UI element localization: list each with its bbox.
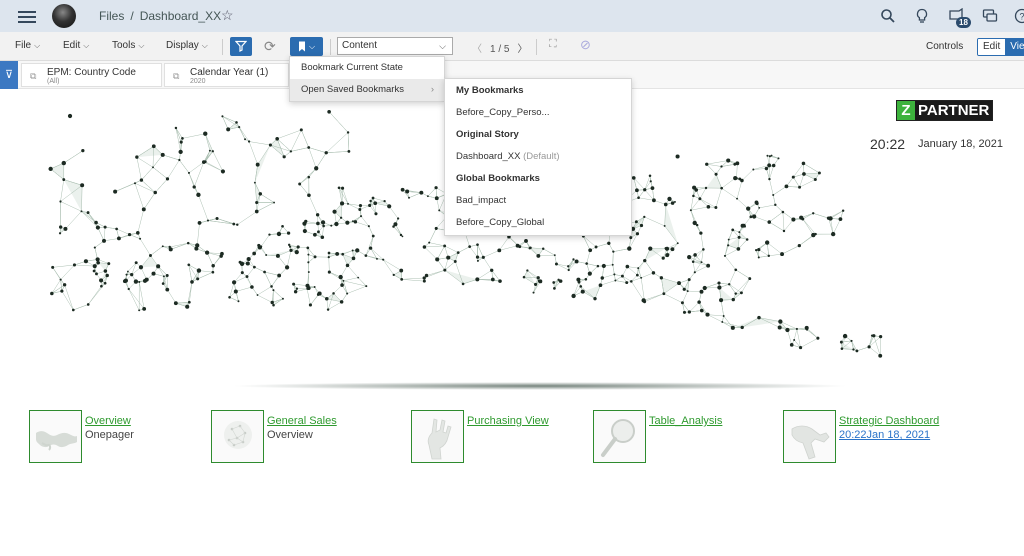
chevron-down-icon: ⌵ bbox=[201, 41, 208, 50]
tools-menu[interactable]: Tools ⌵ bbox=[112, 40, 144, 51]
svg-text:?: ? bbox=[1019, 12, 1024, 22]
dimension-icon: ⧉ bbox=[30, 71, 37, 81]
avatar[interactable] bbox=[52, 4, 76, 28]
filter-label: Calendar Year (1) bbox=[190, 67, 269, 78]
logo-text: PARTNER bbox=[915, 101, 993, 120]
search-icon[interactable] bbox=[880, 8, 896, 24]
bookmark-item[interactable]: Before_Copy_Global bbox=[445, 212, 631, 234]
breadcrumb: Files / Dashboard_XX bbox=[99, 9, 221, 23]
display-menu-label: Display bbox=[166, 40, 199, 51]
bookmark-item[interactable]: Bad_impact bbox=[445, 190, 631, 212]
robot-arm-icon bbox=[783, 410, 836, 463]
tools-menu-label: Tools bbox=[112, 40, 136, 51]
mode-toggle: Edit View bbox=[977, 38, 1024, 56]
next-page-icon[interactable]: 〉 bbox=[517, 44, 527, 55]
pager: 〈 1 / 5 〉 bbox=[464, 40, 535, 55]
filter-button[interactable] bbox=[230, 37, 252, 56]
filter-chip-year[interactable]: ⧉ Calendar Year (1) 2020 bbox=[164, 63, 289, 87]
chevron-down-icon: ⌵ bbox=[34, 41, 41, 50]
tile-subtitle[interactable]: 20:22Jan 18, 2021 bbox=[839, 429, 930, 441]
filter-value: 2020 bbox=[190, 78, 206, 85]
edit-mode-button[interactable]: Edit bbox=[978, 39, 1006, 55]
menu-item-label: Open Saved Bookmarks bbox=[301, 84, 404, 95]
chevron-right-icon: › bbox=[430, 84, 434, 95]
tile-title[interactable]: General Sales bbox=[267, 415, 337, 427]
display-menu[interactable]: Display ⌵ bbox=[166, 40, 208, 51]
tile-title[interactable]: Purchasing View bbox=[467, 415, 549, 427]
default-tag: (Default) bbox=[523, 151, 560, 162]
page-select-value: Content bbox=[342, 40, 378, 51]
tile-title[interactable]: Table_Analysis bbox=[649, 415, 722, 427]
shell-bar: Files / Dashboard_XX ☆ 18 ? bbox=[0, 0, 1024, 32]
bookmark-current-state-item[interactable]: Bookmark Current State bbox=[290, 57, 444, 79]
filter-icon bbox=[234, 40, 248, 52]
open-saved-bookmarks-item[interactable]: Open Saved Bookmarks › bbox=[290, 79, 444, 101]
toolbar: File ⌵ Edit ⌵ Tools ⌵ Display ⌵ ⟳ ⌵ Content ⌵… bbox=[0, 32, 1024, 61]
page-select[interactable]: Content ⌵ bbox=[337, 37, 453, 55]
saved-bookmarks-submenu: My Bookmarks Before_Copy_Perso... Origin… bbox=[444, 78, 632, 236]
chat-icon[interactable] bbox=[982, 8, 998, 24]
bookmark-menu: Bookmark Current State Open Saved Bookma… bbox=[289, 56, 445, 102]
filter-value: (All) bbox=[47, 78, 60, 85]
divider bbox=[330, 39, 331, 55]
tile-title[interactable]: Strategic Dashboard bbox=[839, 415, 939, 427]
chevron-down-icon: ⌵ bbox=[83, 41, 90, 50]
hero-shadow bbox=[230, 382, 850, 390]
world-map-icon bbox=[29, 410, 82, 463]
chevron-down-icon: ⌵ bbox=[308, 42, 316, 51]
dimension-icon: ⧉ bbox=[173, 71, 180, 81]
tile-subtitle: Overview bbox=[267, 429, 313, 441]
controls-button[interactable]: Controls bbox=[926, 41, 963, 52]
current-time: 20:22 bbox=[870, 136, 906, 152]
fullscreen-icon[interactable]: ⛶ bbox=[549, 38, 557, 51]
filter-chip-country[interactable]: ⧉ EPM: Country Code (All) bbox=[21, 63, 162, 87]
chevron-down-icon: ⌵ bbox=[138, 41, 145, 50]
file-menu[interactable]: File ⌵ bbox=[15, 40, 40, 51]
page-indicator: 1 / 5 bbox=[490, 44, 510, 55]
filter-label: EPM: Country Code bbox=[47, 67, 136, 78]
network-globe-icon bbox=[211, 410, 264, 463]
favorite-star-icon[interactable]: ☆ bbox=[221, 7, 234, 24]
magnifier-icon bbox=[593, 410, 646, 463]
tile-subtitle: Onepager bbox=[85, 429, 134, 441]
filter-panel-toggle-icon[interactable]: ⊽ bbox=[0, 61, 18, 89]
edit-menu-label: Edit bbox=[63, 40, 81, 51]
divider bbox=[222, 39, 223, 55]
chevron-down-icon: ⌵ bbox=[439, 41, 446, 51]
refresh-icon[interactable]: ⟳ bbox=[264, 38, 276, 55]
disabled-action-icon: ⊘ bbox=[580, 37, 591, 52]
menu-icon[interactable] bbox=[18, 8, 36, 24]
help-icon[interactable]: ? bbox=[1014, 8, 1024, 24]
breadcrumb-files[interactable]: Files bbox=[99, 9, 124, 23]
file-menu-label: File bbox=[15, 40, 32, 51]
previous-page-icon[interactable]: 〈 bbox=[472, 44, 482, 55]
lightbulb-icon[interactable] bbox=[914, 8, 930, 24]
notification-badge: 18 bbox=[956, 17, 971, 28]
breadcrumb-current: Dashboard_XX bbox=[139, 9, 222, 23]
menu-item-label: Dashboard_XX bbox=[456, 151, 521, 162]
hand-icon bbox=[411, 410, 464, 463]
logo-mark: Z bbox=[897, 101, 915, 120]
original-story-header: Original Story bbox=[456, 129, 519, 140]
edit-menu[interactable]: Edit ⌵ bbox=[63, 40, 89, 51]
view-mode-button[interactable]: View bbox=[1005, 39, 1024, 55]
bookmark-icon bbox=[298, 41, 305, 52]
my-bookmarks-header: My Bookmarks bbox=[456, 85, 524, 96]
original-story-item[interactable]: Dashboard_XX (Default) bbox=[445, 146, 631, 168]
divider bbox=[536, 39, 537, 55]
zpartner-logo: Z PARTNER bbox=[896, 100, 994, 121]
global-bookmarks-header: Global Bookmarks bbox=[456, 173, 540, 184]
breadcrumb-separator: / bbox=[130, 9, 134, 23]
bookmark-button[interactable]: ⌵ bbox=[290, 37, 323, 56]
bookmark-item[interactable]: Before_Copy_Perso... bbox=[445, 102, 631, 124]
current-date: January 18, 2021 bbox=[918, 138, 1004, 150]
tile-title[interactable]: Overview bbox=[85, 415, 131, 427]
